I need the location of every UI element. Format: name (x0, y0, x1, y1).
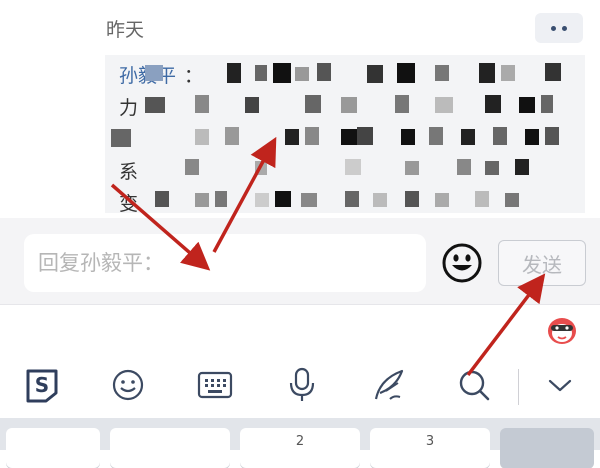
handwrite-quill-icon (374, 369, 404, 400)
more-dots-icon (562, 25, 567, 31)
smiley-icon (112, 369, 144, 401)
quoted-text-line-1: ： (184, 65, 204, 87)
comment-date: 昨天 (106, 19, 145, 41)
toolbar-divider (518, 369, 519, 405)
reply-input-bar: 发送 (0, 218, 600, 305)
svg-text:S: S (35, 373, 49, 397)
keyboard-key[interactable]: 3 (370, 428, 490, 468)
quoted-comment[interactable]: 孙毅平 ： 力 系 变 (105, 55, 585, 213)
emoji-icon (442, 243, 482, 283)
microphone-icon (289, 367, 315, 401)
comment-area: 昨天 孙毅平 ： 力 系 变 (0, 0, 600, 218)
keyboard-key[interactable]: 2 (240, 428, 360, 468)
sogou-logo-icon: S (26, 369, 58, 403)
reply-input[interactable] (24, 234, 426, 292)
more-dots-icon (551, 25, 556, 31)
mascot-badge[interactable] (541, 313, 583, 345)
keyboard-key[interactable] (6, 428, 100, 468)
emoji-button[interactable] (441, 242, 483, 284)
chevron-down-icon (548, 379, 572, 392)
ime-keyboard-button[interactable] (193, 363, 237, 407)
quoted-text-line-4: 系 (119, 161, 139, 183)
quoted-text-line-2: 力 (119, 97, 139, 119)
ime-toolbar: S (0, 355, 600, 417)
ime-voice-button[interactable] (280, 363, 324, 407)
ime-search-button[interactable] (452, 363, 496, 407)
keyboard-row: 2 3 (0, 418, 600, 468)
quoted-text-line-5: 变 (119, 193, 139, 213)
keyboard-icon (197, 371, 233, 399)
ime-handwrite-button[interactable] (366, 363, 410, 407)
keyboard-key[interactable] (110, 428, 230, 468)
send-button[interactable]: 发送 (498, 240, 586, 286)
ime-emoji-button[interactable] (106, 363, 150, 407)
more-options-button[interactable] (535, 13, 583, 43)
keyboard-key-backspace[interactable] (500, 428, 594, 468)
ime-logo-button[interactable]: S (20, 363, 64, 407)
ime-collapse-button[interactable] (538, 363, 582, 407)
search-icon (459, 370, 490, 401)
mascot-badge-icon (548, 318, 576, 344)
